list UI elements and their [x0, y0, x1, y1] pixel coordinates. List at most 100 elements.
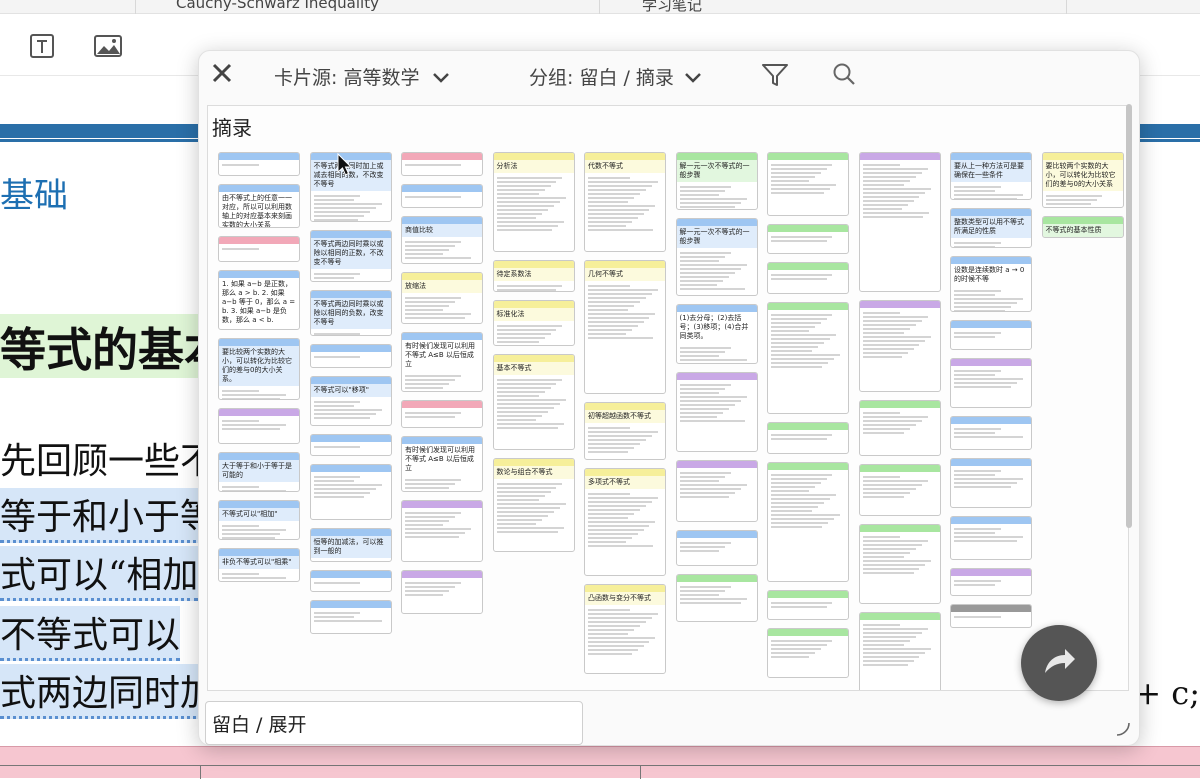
note-card[interactable]: 要从上一种方法可是要确保在一些条件 — [950, 152, 1032, 200]
note-card[interactable] — [401, 400, 483, 428]
card-text-line — [954, 186, 1002, 188]
note-card[interactable] — [218, 152, 300, 176]
note-card[interactable]: 解一元一次不等式的一般步骤 — [675, 218, 758, 296]
note-card[interactable] — [858, 152, 941, 292]
search-icon[interactable] — [831, 61, 857, 87]
note-card[interactable] — [950, 320, 1032, 350]
note-card[interactable]: 商值比较 — [401, 216, 483, 264]
card-text-line — [496, 285, 563, 287]
note-card[interactable]: 放缩法 — [401, 272, 483, 324]
note-card[interactable] — [858, 464, 941, 516]
card-header — [676, 305, 757, 312]
note-card[interactable]: 由不等式上的任意一一对应，所以可以利用数轴上的对应基本来刻画实数的大小关系 — [218, 184, 300, 228]
note-card[interactable] — [767, 152, 849, 216]
card-board[interactable]: 摘录 由不等式上的任意一一对应，所以可以利用数轴上的对应基本来刻画实数的大小关系… — [207, 105, 1129, 691]
note-card[interactable] — [767, 628, 849, 678]
note-card[interactable]: 几何不等式 — [584, 260, 666, 394]
note-card[interactable] — [767, 302, 849, 414]
note-card[interactable] — [767, 224, 849, 254]
note-card[interactable]: 不等式可以"移项" — [309, 376, 392, 426]
resize-handle[interactable] — [1115, 721, 1131, 737]
note-card[interactable]: 大于等于和小于等于是可能的 — [218, 452, 300, 492]
tab-left[interactable]: Cauchy-Schwarz Inequality — [135, 0, 600, 14]
card-text-line — [771, 482, 821, 484]
note-card[interactable]: 不等式两边同时乘以或除以相同的负数，改变不等号 — [309, 290, 392, 336]
note-card[interactable] — [950, 568, 1032, 596]
filter-icon[interactable] — [761, 61, 789, 89]
note-card[interactable]: 非负不等式可以"相乘" — [218, 548, 300, 582]
note-card[interactable]: 待定系数法 — [492, 260, 575, 292]
close-icon[interactable] — [209, 61, 235, 89]
note-card[interactable] — [309, 344, 392, 368]
share-button[interactable] — [1021, 625, 1097, 701]
note-card[interactable] — [767, 590, 849, 620]
note-card[interactable] — [218, 236, 300, 262]
note-card[interactable] — [401, 500, 483, 562]
footer-group[interactable]: 留白 / 展开 — [205, 701, 583, 745]
card-header — [219, 271, 299, 278]
card-header — [951, 257, 1031, 264]
note-card[interactable] — [218, 408, 300, 444]
card-title: 设数是连续数时 a → 0 的时候不等 — [954, 266, 1025, 283]
note-card[interactable]: (1)去分母；(2)去括号；(3)移项；(4)合并同类项。 — [675, 304, 758, 364]
card-text-line — [588, 221, 632, 223]
card-title: 1. 如果 a−b 是正数，那么 a > b. 2. 如果 a−b 等于 0，那… — [222, 280, 296, 324]
note-card[interactable] — [767, 462, 849, 582]
note-card[interactable]: 数论与组合不等式 — [492, 458, 575, 552]
note-card[interactable] — [858, 524, 941, 604]
tab-right[interactable]: 学习笔记 — [602, 0, 1067, 14]
note-card[interactable]: 有时候们发现可以利用不等式 A≤B 以后恒成立 — [401, 436, 483, 492]
note-card[interactable]: 初等超越函数不等式 — [584, 402, 666, 460]
note-card[interactable] — [950, 604, 1032, 628]
text-box-icon[interactable] — [28, 32, 56, 60]
card-text-line — [588, 617, 652, 619]
note-card[interactable] — [950, 516, 1032, 560]
image-icon[interactable] — [93, 32, 122, 60]
note-card[interactable] — [675, 574, 758, 622]
note-card[interactable]: 要比较两个实数的大小，可以转化为比较它们的差与0的大小关系。 — [218, 338, 300, 400]
note-card[interactable]: 不等式的基本性质 — [1041, 216, 1124, 238]
note-card[interactable] — [309, 464, 392, 520]
card-text-line — [771, 278, 827, 280]
note-card[interactable]: 标准化法 — [492, 300, 575, 346]
note-card[interactable] — [950, 458, 1032, 508]
note-card[interactable] — [675, 460, 758, 522]
note-card[interactable]: 分析法 — [492, 152, 575, 252]
note-card[interactable]: 凸函数与变分不等式 — [584, 584, 666, 674]
note-card[interactable]: 恒等的加减法，可以推到一般的 — [309, 528, 392, 562]
card-text-line — [496, 221, 564, 223]
note-card[interactable]: 基本不等式 — [492, 354, 575, 450]
card-body — [951, 328, 1031, 342]
group-dropdown[interactable]: 分组: 留白 / 摘录 — [529, 63, 702, 90]
note-card[interactable] — [950, 416, 1032, 450]
card-source-dropdown[interactable]: 卡片源: 高等数学 — [274, 63, 450, 90]
card-text-line — [588, 313, 656, 315]
note-card[interactable]: 不等式可以"相加" — [218, 500, 300, 540]
note-card[interactable] — [309, 434, 392, 456]
note-card[interactable]: 设数是连续数时 a → 0 的时候不等 — [950, 256, 1032, 312]
card-text-line — [222, 248, 259, 250]
note-card[interactable] — [950, 358, 1032, 408]
note-card[interactable]: 整数类型可以用不等式所满足的性质 — [950, 208, 1032, 248]
note-card[interactable] — [767, 262, 849, 294]
note-card[interactable] — [675, 530, 758, 566]
note-card[interactable] — [401, 184, 483, 208]
card-text-line — [862, 628, 928, 630]
note-card[interactable]: 多项式不等式 — [584, 468, 666, 576]
note-card[interactable] — [309, 570, 392, 592]
note-card[interactable]: 解一元一次不等式的一般步骤 — [675, 152, 758, 210]
note-card[interactable] — [401, 152, 483, 176]
note-card[interactable]: 不等式两边同时乘以或除以相同的正数，不改变不等号 — [309, 230, 392, 282]
note-card[interactable]: 要比较两个实数的大小，可以转化为比较它们的差与0的大小关系 — [1041, 152, 1124, 208]
note-card[interactable] — [401, 570, 483, 614]
scrollbar-thumb[interactable] — [1126, 104, 1132, 528]
note-card[interactable]: 代数不等式 — [584, 152, 666, 252]
note-card[interactable] — [858, 300, 941, 392]
note-card[interactable] — [858, 400, 941, 456]
note-card[interactable] — [767, 422, 849, 454]
note-card[interactable]: 有时候们发现可以利用不等式 A≤B 以后恒成立 — [401, 332, 483, 392]
note-card[interactable]: 1. 如果 a−b 是正数，那么 a > b. 2. 如果 a−b 等于 0，那… — [218, 270, 300, 330]
note-card[interactable] — [858, 612, 941, 690]
note-card[interactable] — [675, 372, 758, 452]
note-card[interactable] — [309, 600, 392, 634]
